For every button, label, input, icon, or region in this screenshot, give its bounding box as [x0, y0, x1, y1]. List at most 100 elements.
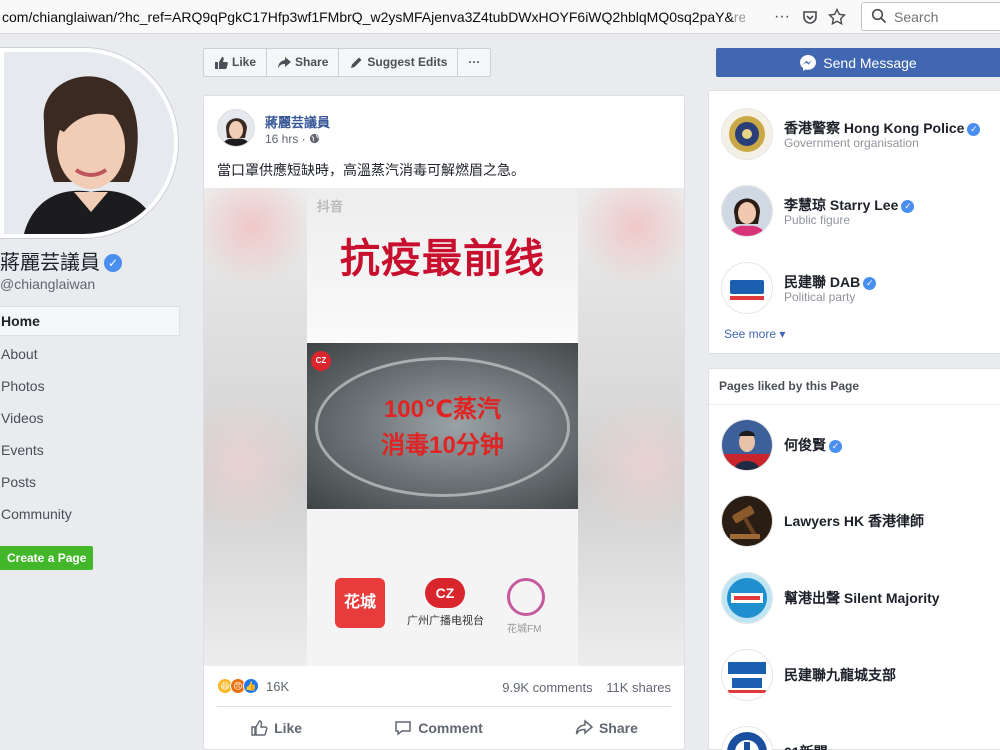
video-headline: 抗疫最前线	[340, 235, 545, 282]
nav-item-home[interactable]: Home	[0, 306, 180, 336]
related-page-category: Political party	[784, 290, 856, 304]
left-sidebar: 蔣麗芸議員 ✓ @chianglaiwan Home About Photos V…	[0, 34, 190, 750]
reaction-count: 16K	[266, 678, 290, 694]
like-page-button[interactable]: Like	[204, 49, 268, 76]
video-caption-line1: 100℃蒸汽	[383, 396, 502, 423]
post-share-button[interactable]: Share	[575, 712, 638, 744]
liked-page-avatar	[721, 419, 773, 471]
related-page-name: 香港警察 Hong Kong Police ✓	[784, 118, 981, 138]
liked-page-item[interactable]: 民建聯九龍城支部	[721, 649, 1000, 703]
related-page-item[interactable]: 李慧琼 Starry Lee ✓ Public figure	[721, 185, 1000, 239]
liked-page-name: Lawyers HK 香港律師	[784, 513, 925, 529]
suggest-edits-label: Suggest Edits	[367, 55, 448, 69]
liked-page-avatar	[721, 495, 773, 547]
nav-item-posts[interactable]: Posts	[0, 466, 180, 498]
post-timestamp[interactable]: 16 hrs ·	[265, 132, 320, 146]
pages-liked-header: Pages liked by this Page	[719, 379, 860, 393]
related-page-name-text: 李慧琼 Starry Lee	[784, 197, 899, 213]
cz-channel-badge: CZ	[311, 351, 331, 371]
share-outline-icon	[575, 719, 593, 735]
liked-page-item[interactable]: Lawyers HK 香港律師	[721, 495, 1000, 549]
gzbn-logo-text: 广州广播电视台	[407, 615, 484, 627]
verified-badge-icon: ✓	[104, 254, 122, 272]
share-page-button[interactable]: Share	[267, 49, 340, 76]
related-page-category: Public figure	[784, 213, 851, 227]
nav-item-photos[interactable]: Photos	[0, 370, 180, 402]
post-share-label: Share	[598, 720, 638, 736]
create-page-button[interactable]: Create a Page	[0, 546, 94, 570]
related-page-name-text: 香港警察 Hong Kong Police	[784, 120, 965, 136]
related-page-name: 李慧琼 Starry Lee ✓	[784, 195, 915, 215]
share-page-label: Share	[295, 55, 329, 69]
url-text-faded: re	[733, 9, 745, 25]
send-message-label: Send Message	[823, 54, 917, 71]
more-options-button[interactable]: ···	[458, 49, 490, 76]
post-card: 蔣麗芸議員 16 hrs · 當口罩供應短缺時，高溫蒸汽消毒可解燃眉之急。 抖音…	[203, 95, 685, 750]
video-title-area: 抖音 抗疫最前线	[307, 188, 578, 343]
post-like-button[interactable]: Like	[250, 712, 302, 744]
nav-item-events[interactable]: Events	[0, 434, 180, 466]
like-reaction-icon: 👍	[243, 678, 259, 694]
related-page-name-text: 民建聯 DAB	[784, 274, 861, 290]
liked-page-name: 01新聞	[784, 742, 828, 750]
more-actions-icon[interactable]: ···	[771, 6, 793, 28]
see-more-link[interactable]: See more ▾	[724, 327, 785, 341]
nav-item-about[interactable]: About	[0, 338, 180, 370]
liked-page-avatar	[721, 572, 773, 624]
page-handle[interactable]: @chianglaiwan	[0, 276, 95, 292]
pages-liked-card: Pages liked by this Page 何俊賢 ✓ Lawyers HK…	[708, 368, 1000, 750]
globe-icon	[309, 133, 320, 144]
starry-lee-photo	[721, 185, 773, 237]
related-page-item[interactable]: 民建聯 DAB ✓ Political party	[721, 262, 1000, 316]
related-page-name: 民建聯 DAB ✓	[784, 272, 877, 292]
send-message-button[interactable]: Send Message	[716, 48, 1000, 77]
comment-count-link[interactable]: 9.9K comments	[502, 680, 592, 695]
post-action-bar: Like Comment Share	[204, 712, 684, 744]
share-count-link[interactable]: 11K shares	[606, 680, 671, 695]
related-page-item[interactable]: 香港警察 Hong Kong Police ✓ Government organi…	[721, 108, 1000, 162]
steamer-image: CZ 100℃蒸汽 消毒10分钟	[307, 343, 578, 509]
browser-toolbar: com/chianglaiwan/?hc_ref=ARQ9qPgkC17Hfp3…	[0, 0, 1000, 34]
like-page-label: Like	[232, 55, 257, 69]
comment-bubble-icon	[395, 721, 411, 736]
pocket-icon[interactable]	[799, 6, 821, 28]
liked-page-name: 幫港出聲 Silent Majority	[784, 590, 940, 606]
tiktok-watermark: 抖音	[317, 199, 344, 214]
liked-page-avatar	[721, 726, 773, 750]
post-author-name[interactable]: 蔣麗芸議員	[265, 112, 330, 131]
post-author-avatar[interactable]	[217, 109, 255, 147]
suggest-edits-button[interactable]: Suggest Edits	[339, 49, 459, 76]
header-divider	[709, 404, 1000, 405]
nav-item-community[interactable]: Community	[0, 498, 180, 530]
search-icon	[871, 8, 887, 24]
post-comment-button[interactable]: Comment	[394, 712, 483, 744]
post-like-label: Like	[274, 720, 303, 736]
video-frame[interactable]: 抖音 抗疫最前线 CZ 100℃蒸汽 消毒10分钟 花城 CZ 广州广播电视台 …	[307, 188, 578, 666]
chevron-down-icon: ▾	[779, 327, 786, 341]
nav-item-videos[interactable]: Videos	[0, 402, 180, 434]
liked-page-name: 何俊賢 ✓	[784, 435, 842, 455]
post-stats: 9.9K comments 11K shares	[492, 680, 671, 695]
url-text: com/chianglaiwan/?hc_ref=ARQ9qPgkC17Hfp3…	[2, 9, 734, 25]
cz-logo: CZ	[425, 578, 465, 608]
related-page-category: Government organisation	[784, 136, 919, 150]
reactions-summary[interactable]: 😆 😠 👍 16K	[217, 678, 289, 694]
pencil-icon	[351, 57, 362, 68]
bookmark-star-icon[interactable]	[826, 6, 848, 28]
verified-badge-icon: ✓	[901, 200, 915, 213]
post-time-text: 16 hrs ·	[265, 132, 310, 146]
liked-page-item[interactable]: 何俊賢 ✓	[721, 419, 1000, 473]
video-caption-line2: 消毒10分钟	[381, 432, 504, 459]
verified-badge-icon: ✓	[863, 277, 877, 290]
thumbs-up-outline-icon	[251, 720, 268, 736]
browser-search-input[interactable]: Search	[861, 2, 1000, 31]
page-nav: Home About Photos Videos Events Posts Co…	[0, 306, 180, 530]
profile-picture[interactable]	[0, 48, 178, 238]
address-bar[interactable]: com/chianglaiwan/?hc_ref=ARQ9qPgkC17Hfp3…	[0, 0, 745, 34]
search-placeholder: Search	[894, 9, 939, 25]
liked-page-item[interactable]: 幫港出聲 Silent Majority	[721, 572, 1000, 626]
post-video[interactable]: 抖音 抗疫最前线 CZ 100℃蒸汽 消毒10分钟 花城 CZ 广州广播电视台 …	[204, 188, 684, 666]
dab-logo	[721, 262, 773, 314]
page-action-toolbar: Like Share Suggest Edits ···	[203, 48, 492, 77]
liked-page-item[interactable]: 01新聞	[721, 726, 1000, 750]
